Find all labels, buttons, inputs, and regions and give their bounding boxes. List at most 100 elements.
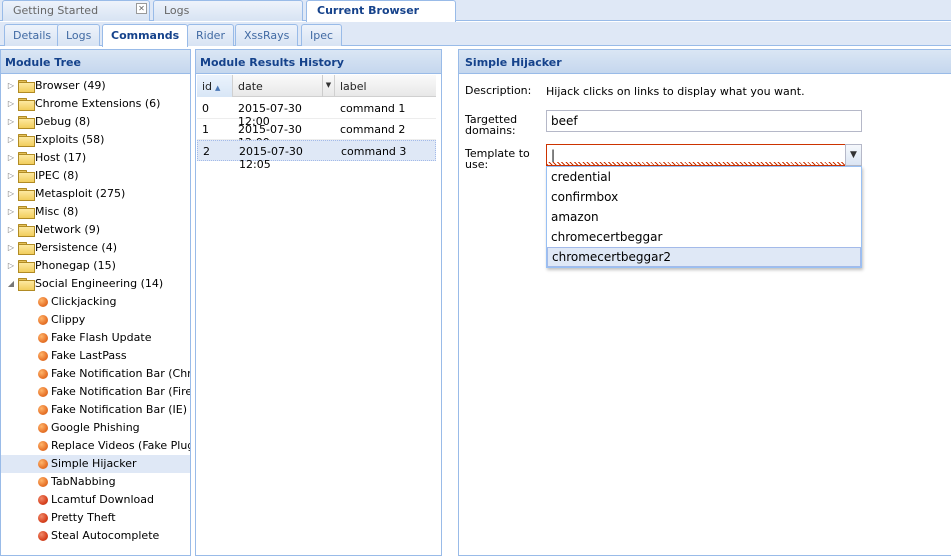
tab-logs[interactable]: Logs	[153, 0, 303, 21]
tree-folder-label: Misc (8)	[35, 205, 79, 218]
tree-module-fake-flash-update[interactable]: Fake Flash Update	[1, 329, 190, 347]
tree-folder-persistence[interactable]: ▷ Persistence (4)	[1, 239, 190, 257]
description-label: Description:	[465, 84, 532, 97]
tree-folder-social-engineering[interactable]: ◢ Social Engineering (14)	[1, 275, 190, 293]
tab-current-browser-label: Current Browser	[317, 4, 420, 17]
tree-module-pretty-theft[interactable]: Pretty Theft	[1, 509, 190, 527]
tree-module-simple-hijacker[interactable]: Simple Hijacker	[1, 455, 190, 473]
module-tree-title: Module Tree	[1, 50, 190, 74]
tree-folder-label: Metasploit (275)	[35, 187, 126, 200]
tab-ipec[interactable]: Ipec	[301, 24, 343, 46]
sub-tab-bar: Details Logs Commands Rider XssRays Ipec	[0, 22, 951, 47]
tree-folder-label: Persistence (4)	[35, 241, 117, 254]
tab-logs-sub[interactable]: Logs	[57, 24, 101, 46]
tree-module-fake-lastpass[interactable]: Fake LastPass	[1, 347, 190, 365]
tree-module-replace-videos-fake-plugin[interactable]: Replace Videos (Fake Plugin)	[1, 437, 190, 455]
dropdown-option-credential[interactable]: credential	[547, 167, 861, 187]
status-orange-icon	[38, 423, 48, 433]
template-combo[interactable]: ▼	[546, 144, 862, 166]
column-header-date[interactable]: date ▼	[233, 75, 335, 97]
expand-arrow-icon[interactable]: ▷	[6, 167, 16, 185]
column-date-label: date	[238, 80, 263, 93]
dropdown-option-confirmbox[interactable]: confirmbox	[547, 187, 861, 207]
tree-module-fake-notification-bar-chrome[interactable]: Fake Notification Bar (Chrome)	[1, 365, 190, 383]
tree-folder-browser[interactable]: ▷ Browser (49)	[1, 77, 190, 95]
tree-module-google-phishing[interactable]: Google Phishing	[1, 419, 190, 437]
table-row[interactable]: 1 2015-07-30 12:00 command 2	[197, 119, 436, 149]
tab-commands[interactable]: Commands	[102, 24, 189, 47]
tree-folder-label: Debug (8)	[35, 115, 91, 128]
cell-id: 0	[202, 102, 209, 115]
cell-date: 2015-07-30 12:05	[239, 145, 303, 171]
tab-rider[interactable]: Rider	[187, 24, 234, 46]
invalid-underline	[547, 162, 845, 165]
expand-arrow-icon[interactable]: ▷	[6, 149, 16, 167]
folder-icon	[18, 116, 35, 129]
tab-getting-started[interactable]: Getting Started ✕	[2, 0, 150, 21]
top-tab-bar: Getting Started ✕ Logs Current Browser	[0, 0, 951, 22]
status-orange-icon	[38, 297, 48, 307]
dropdown-option-chromecertbeggar2[interactable]: chromecertbeggar2	[547, 247, 861, 267]
tree-module-label: Clippy	[51, 313, 86, 326]
targetted-domains-input[interactable]	[546, 110, 862, 132]
folder-icon	[18, 188, 35, 201]
expand-arrow-icon[interactable]: ▷	[6, 185, 16, 203]
tree-folder-label: Host (17)	[35, 151, 87, 164]
tree-folder-host[interactable]: ▷ Host (17)	[1, 149, 190, 167]
expand-arrow-icon[interactable]: ▷	[6, 239, 16, 257]
tree-folder-debug[interactable]: ▷ Debug (8)	[1, 113, 190, 131]
folder-icon	[18, 242, 35, 255]
tab-details[interactable]: Details	[4, 24, 61, 46]
template-dropdown: credential confirmbox amazon chromecertbegg…	[546, 166, 862, 268]
tree-folder-phonegap[interactable]: ▷ Phonegap (15)	[1, 257, 190, 275]
tree-folder-label: Browser (49)	[35, 79, 106, 92]
results-history-panel: Module Results History id ▲ date ▼ label …	[195, 49, 442, 556]
tree-module-label: Fake Flash Update	[51, 331, 152, 344]
expand-arrow-open-icon[interactable]: ◢	[6, 275, 16, 293]
table-row[interactable]: 0 2015-07-30 12:00 command 1	[197, 98, 436, 128]
tab-logs-sub-label: Logs	[66, 29, 92, 42]
tree-module-clickjacking[interactable]: Clickjacking	[1, 293, 190, 311]
tree-module-clippy[interactable]: Clippy	[1, 311, 190, 329]
dropdown-option-chromecertbeggar[interactable]: chromecertbeggar	[547, 227, 861, 247]
expand-arrow-icon[interactable]: ▷	[6, 95, 16, 113]
column-menu-icon[interactable]: ▼	[322, 75, 334, 97]
expand-arrow-icon[interactable]: ▷	[6, 113, 16, 131]
folder-icon	[18, 152, 35, 165]
cell-date: 2015-07-30 12:00	[238, 102, 302, 128]
tree-module-fake-notification-bar-ie[interactable]: Fake Notification Bar (IE)	[1, 401, 190, 419]
template-label-line2: use:	[465, 158, 489, 171]
tab-current-browser[interactable]: Current Browser	[306, 0, 456, 22]
tree-module-label: Lcamtuf Download	[51, 493, 154, 506]
tree-folder-network[interactable]: ▷ Network (9)	[1, 221, 190, 239]
column-header-label[interactable]: label	[335, 75, 436, 97]
column-header-id[interactable]: id ▲	[197, 75, 233, 97]
folder-icon	[18, 80, 35, 93]
expand-arrow-icon[interactable]: ▷	[6, 131, 16, 149]
tree-folder-exploits[interactable]: ▷ Exploits (58)	[1, 131, 190, 149]
expand-arrow-icon[interactable]: ▷	[6, 203, 16, 221]
close-icon[interactable]: ✕	[136, 3, 147, 14]
tree-folder-misc[interactable]: ▷ Misc (8)	[1, 203, 190, 221]
table-row[interactable]: 2 2015-07-30 12:05 command 3	[197, 140, 436, 171]
tree-module-label: Fake LastPass	[51, 349, 127, 362]
tree-folder-chrome-extensions[interactable]: ▷ Chrome Extensions (6)	[1, 95, 190, 113]
dropdown-option-amazon[interactable]: amazon	[547, 207, 861, 227]
status-orange-icon	[38, 459, 48, 469]
tree-module-label: Fake Notification Bar (Firefox)	[51, 385, 190, 398]
tree-module-fake-notification-bar-firefox[interactable]: Fake Notification Bar (Firefox)	[1, 383, 190, 401]
status-red-icon	[38, 531, 48, 541]
tree-module-lcamtuf-download[interactable]: Lcamtuf Download	[1, 491, 190, 509]
expand-arrow-icon[interactable]: ▷	[6, 77, 16, 95]
chevron-down-icon[interactable]: ▼	[845, 144, 862, 166]
tree-module-steal-autocomplete[interactable]: Steal Autocomplete	[1, 527, 190, 545]
expand-arrow-icon[interactable]: ▷	[6, 257, 16, 275]
tab-xssrays-label: XssRays	[244, 29, 290, 42]
tab-xssrays[interactable]: XssRays	[235, 24, 299, 46]
tree-module-tabnabbing[interactable]: TabNabbing	[1, 473, 190, 491]
tab-ipec-label: Ipec	[310, 29, 334, 42]
tree-folder-ipec[interactable]: ▷ IPEC (8)	[1, 167, 190, 185]
tree-module-label: Simple Hijacker	[51, 457, 137, 470]
expand-arrow-icon[interactable]: ▷	[6, 221, 16, 239]
tree-folder-metasploit[interactable]: ▷ Metasploit (275)	[1, 185, 190, 203]
